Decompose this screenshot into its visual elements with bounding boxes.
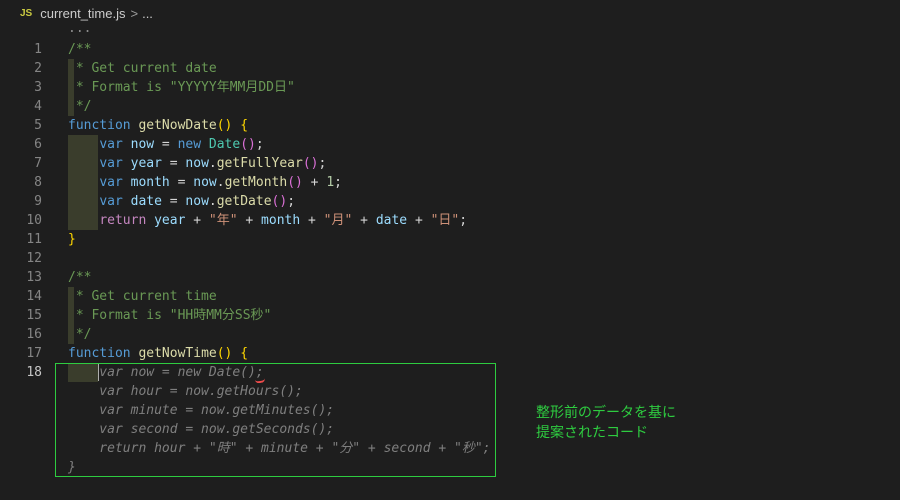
- code-text: /**: [68, 270, 92, 285]
- code-text: * Get current date: [68, 61, 217, 76]
- line-number: 15: [26, 308, 42, 323]
- code-line[interactable]: 16 */: [0, 325, 900, 344]
- annotation-note: 整形前のデータを基に 提案されたコード: [536, 403, 676, 443]
- code-line[interactable]: 17 function getNowTime() {: [0, 344, 900, 363]
- line-number: 16: [26, 327, 42, 342]
- line-number: 17: [26, 346, 42, 361]
- code-text: */: [68, 99, 92, 114]
- code-text: * Format is "YYYYY年MM月DD日": [68, 80, 295, 95]
- line-number: 9: [34, 194, 42, 209]
- javascript-file-icon: JS: [20, 7, 33, 19]
- breadcrumb-more[interactable]: ...: [142, 6, 153, 21]
- folded-region-marker[interactable]: ...: [68, 20, 91, 37]
- code-line[interactable]: 11}: [0, 230, 900, 249]
- code-line[interactable]: 1 /**: [0, 40, 900, 59]
- code-text: var year = now.getFullYear();: [99, 156, 327, 171]
- code-line[interactable]: 15 * Format is "HH時MM分SS秒": [0, 306, 900, 325]
- code-text: /**: [68, 42, 92, 57]
- annotation-line-1: 整形前のデータを基に: [536, 405, 676, 421]
- code-text: */: [68, 327, 92, 342]
- suggestion-highlight-box: [55, 363, 496, 477]
- code-text: }: [68, 232, 76, 247]
- line-number: 11: [26, 232, 42, 247]
- line-number: 18: [26, 365, 42, 380]
- code-text: var date = now.getDate();: [99, 194, 296, 209]
- code-text: function getNowDate() {: [68, 118, 249, 133]
- line-number: 7: [34, 156, 42, 171]
- line-number: 3: [34, 80, 42, 95]
- code-line[interactable]: 4 */: [0, 97, 900, 116]
- code-text: return year + "年" + month + "月" + date +…: [99, 213, 468, 228]
- code-text: * Get current time: [68, 289, 217, 304]
- code-line[interactable]: 14 * Get current time: [0, 287, 900, 306]
- breadcrumb-file-name[interactable]: current_time.js: [40, 6, 125, 21]
- line-number: 6: [34, 137, 42, 152]
- code-text: * Format is "HH時MM分SS秒": [68, 308, 272, 323]
- code-line[interactable]: 3 * Format is "YYYYY年MM月DD日": [0, 78, 900, 97]
- code-text: var now = new Date();: [99, 137, 264, 152]
- code-text: var month = now.getMonth() + 1;: [99, 175, 342, 190]
- line-number: 10: [26, 213, 42, 228]
- line-number: 1: [34, 42, 42, 57]
- code-line[interactable]: 9 var date = now.getDate();: [0, 192, 900, 211]
- code-text: function getNowTime() {: [68, 346, 249, 361]
- line-number: 13: [26, 270, 42, 285]
- code-line[interactable]: 5 function getNowDate() {: [0, 116, 900, 135]
- breadcrumb: JS current_time.js > ...: [0, 0, 900, 26]
- line-number: 14: [26, 289, 42, 304]
- code-line[interactable]: 13 /**: [0, 268, 900, 287]
- line-number: 2: [34, 61, 42, 76]
- code-line[interactable]: 8 var month = now.getMonth() + 1;: [0, 173, 900, 192]
- code-line[interactable]: 7 var year = now.getFullYear();: [0, 154, 900, 173]
- annotation-line-2: 提案されたコード: [536, 425, 648, 441]
- line-number: 4: [34, 99, 42, 114]
- line-number: 8: [34, 175, 42, 190]
- code-line[interactable]: 12: [0, 249, 900, 268]
- line-number: 12: [26, 251, 42, 266]
- line-number: 5: [34, 118, 42, 133]
- code-line[interactable]: 6 var now = new Date();: [0, 135, 900, 154]
- chevron-right-icon: >: [130, 5, 139, 21]
- code-line[interactable]: 10 return year + "年" + month + "月" + dat…: [0, 211, 900, 230]
- code-line[interactable]: 2 * Get current date: [0, 59, 900, 78]
